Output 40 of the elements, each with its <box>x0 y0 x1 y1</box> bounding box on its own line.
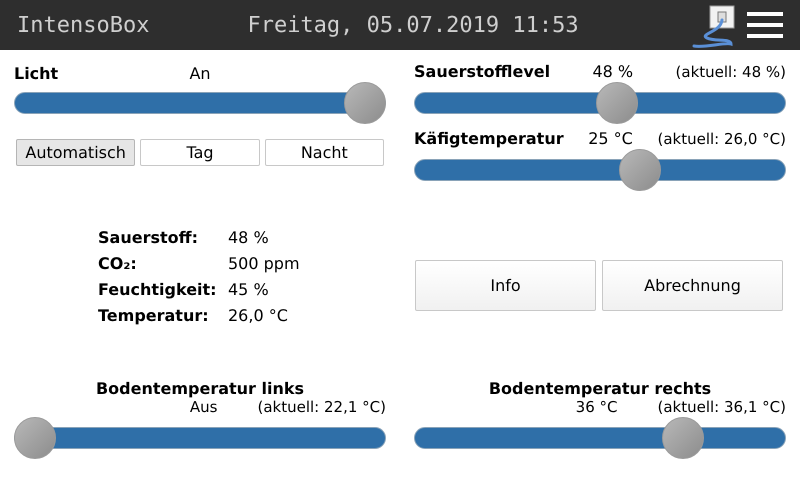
slider-thumb[interactable] <box>14 417 56 459</box>
current-value: (aktuell: 48 %) <box>676 62 786 83</box>
slider[interactable] <box>414 149 786 191</box>
menu-icon[interactable] <box>747 12 783 38</box>
current-value: (aktuell: 26,0 °C) <box>657 128 786 150</box>
action-button[interactable]: Info <box>415 260 596 311</box>
setting-value: 48 % <box>592 61 634 83</box>
floor-heating-value: Aus <box>190 398 218 418</box>
slider[interactable] <box>414 417 786 459</box>
app-title: IntensoBox <box>17 12 150 40</box>
slider[interactable] <box>14 417 386 459</box>
date-time: Freitag, 05.07.2019 11:53 <box>247 12 579 40</box>
reading-value: 26,0 °C <box>228 305 289 327</box>
action-button[interactable]: Abrechnung <box>602 260 783 311</box>
mode-button[interactable]: Nacht <box>264 139 384 166</box>
floor-heating-title: Bodentemperatur links <box>94 378 306 397</box>
current-value: (aktuell: 22,1 °C) <box>258 396 386 418</box>
reading-label: Feuchtigkeit: <box>98 279 218 301</box>
slider[interactable] <box>14 82 386 124</box>
slider-thumb[interactable] <box>344 82 386 124</box>
current-value: (aktuell: 36,1 °C) <box>658 396 786 418</box>
reading-label: Sauerstoff: <box>98 227 199 249</box>
light-value: An <box>189 63 211 85</box>
reading-value: 48 % <box>228 227 270 249</box>
light-label: Licht <box>14 63 60 85</box>
setting-value: 25 °C <box>588 128 633 150</box>
reading-value: 45 % <box>228 279 270 301</box>
reading-label: CO₂: <box>98 253 138 275</box>
mode-button[interactable]: Automatisch <box>16 139 136 166</box>
reading-label: Temperatur: <box>98 305 210 327</box>
slider[interactable] <box>414 82 786 124</box>
slider-thumb[interactable] <box>596 82 638 124</box>
setting-label: Sauerstofflevel <box>414 61 550 83</box>
floor-heating-title: Bodentemperatur rechts <box>488 378 712 397</box>
slider-thumb[interactable] <box>618 149 661 191</box>
slider-thumb[interactable] <box>662 417 704 459</box>
mode-button[interactable]: Tag <box>140 139 260 166</box>
reading-value: 500 ppm <box>228 253 301 275</box>
floor-heating-value: 36 °C <box>576 398 618 418</box>
setting-label: Käfigtemperatur <box>414 128 564 150</box>
